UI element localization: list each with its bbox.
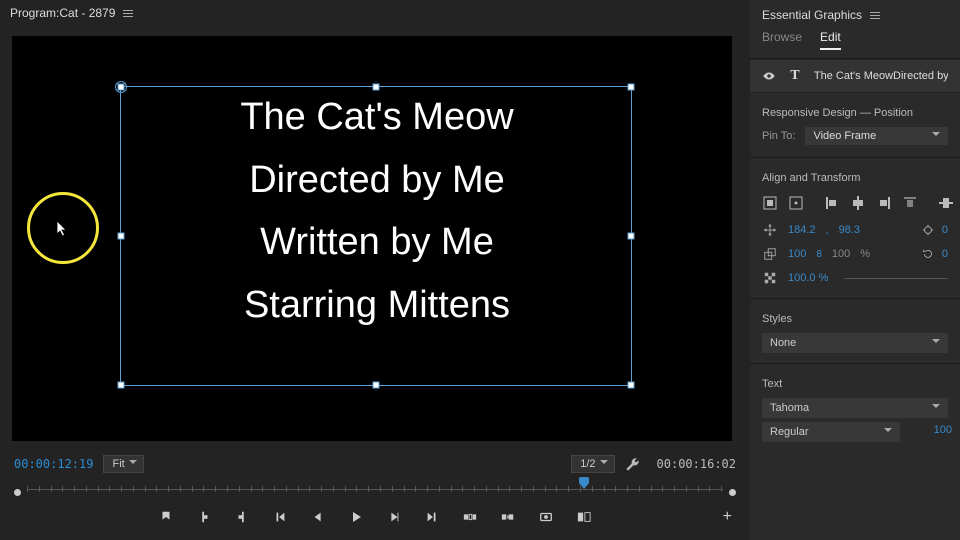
responsive-section-title: Responsive Design — Position <box>750 93 960 123</box>
go-to-in-icon[interactable] <box>272 509 288 525</box>
layer-row[interactable]: T The Cat's MeowDirected by <box>750 59 960 93</box>
eg-panel-menu-icon[interactable] <box>870 12 880 19</box>
position-icon <box>762 222 778 238</box>
scale-h-value[interactable]: 100 <box>832 248 850 260</box>
eg-panel-title: Essential Graphics <box>762 8 862 22</box>
text-section-title: Text <box>750 364 960 394</box>
resize-handle-bl[interactable] <box>118 382 125 389</box>
current-timecode[interactable]: 00:00:12:19 <box>14 457 93 471</box>
anchor-point-row-icon <box>920 222 936 238</box>
step-back-icon[interactable] <box>310 509 326 525</box>
tab-browse[interactable]: Browse <box>762 30 802 50</box>
position-y-value[interactable]: 98.3 <box>839 224 860 236</box>
zoom-dropdown[interactable]: Fit <box>103 455 143 473</box>
align-left-icon[interactable] <box>824 194 840 212</box>
scrub-start-dot[interactable] <box>14 489 21 496</box>
visibility-eye-icon[interactable] <box>762 69 776 83</box>
go-to-out-icon[interactable] <box>424 509 440 525</box>
comparison-view-icon[interactable] <box>576 509 592 525</box>
resize-handle-tc[interactable] <box>373 84 380 91</box>
font-dropdown[interactable]: Tahoma <box>762 398 948 418</box>
button-editor-icon[interactable]: + <box>723 508 732 526</box>
resize-handle-mr[interactable] <box>628 233 635 240</box>
mark-out-icon[interactable] <box>234 509 250 525</box>
opacity-value[interactable]: 100.0 % <box>788 272 828 284</box>
scrub-bar[interactable] <box>0 477 750 503</box>
lift-icon[interactable] <box>462 509 478 525</box>
panel-menu-icon[interactable] <box>123 10 133 17</box>
align-hcenter-icon[interactable] <box>850 194 866 212</box>
pin-to-label: Pin To: <box>762 130 795 142</box>
transport-controls: + <box>0 503 750 533</box>
align-vh-center-icon[interactable] <box>762 194 778 212</box>
resize-handle-ml[interactable] <box>118 233 125 240</box>
essential-graphics-panel: Essential Graphics Browse Edit T The Cat… <box>750 0 960 540</box>
mark-in-icon[interactable] <box>196 509 212 525</box>
resize-handle-br[interactable] <box>628 382 635 389</box>
align-icon-row <box>750 188 960 218</box>
resolution-dropdown[interactable]: 1/2 <box>571 455 614 473</box>
position-row: 184.2, 98.3 0 <box>750 218 960 242</box>
text-layer-icon: T <box>788 68 802 84</box>
opacity-row: 100.0 % <box>750 266 960 290</box>
opacity-icon <box>762 270 778 286</box>
align-center-frame-icon[interactable] <box>788 194 804 212</box>
step-forward-icon[interactable] <box>386 509 402 525</box>
duration-timecode: 00:00:16:02 <box>657 457 736 471</box>
scale-w-value[interactable]: 100 <box>788 248 806 260</box>
settings-wrench-icon[interactable] <box>625 456 641 472</box>
extract-icon[interactable] <box>500 509 516 525</box>
position-x-value[interactable]: 184.2 <box>788 224 816 236</box>
export-frame-icon[interactable] <box>538 509 554 525</box>
anchor-x-value[interactable]: 0 <box>942 224 948 236</box>
program-title-prefix: Program: <box>10 6 59 20</box>
align-top-icon[interactable] <box>902 194 918 212</box>
eg-header: Essential Graphics <box>750 0 960 30</box>
scale-icon <box>762 246 778 262</box>
selection-bounding-box[interactable] <box>120 86 632 386</box>
resize-handle-bc[interactable] <box>373 382 380 389</box>
rotation-value[interactable]: 0 <box>942 248 948 260</box>
scale-row: 100 8 100 % 0 <box>750 242 960 266</box>
cursor-icon <box>56 220 70 238</box>
pin-to-dropdown[interactable]: Video Frame <box>805 127 948 145</box>
align-section-title: Align and Transform <box>750 158 960 188</box>
monitor-meta-row: 00:00:12:19 Fit 1/2 00:00:16:02 <box>0 447 750 477</box>
align-right-icon[interactable] <box>876 194 892 212</box>
rotation-icon <box>920 246 936 262</box>
link-scale-icon[interactable]: 8 <box>816 249 822 260</box>
eg-tabs: Browse Edit <box>750 30 960 56</box>
playhead[interactable] <box>579 477 589 491</box>
font-size-value[interactable]: 100 <box>908 424 952 436</box>
layer-label: The Cat's MeowDirected by <box>814 70 948 82</box>
program-canvas[interactable]: The Cat's Meow Directed by Me Written by… <box>12 36 732 441</box>
program-monitor-panel: Program: Cat - 2879 The Cat's Meow Direc… <box>0 0 750 540</box>
resize-handle-tl[interactable] <box>118 84 125 91</box>
scrub-end-dot[interactable] <box>729 489 736 496</box>
program-title-name: Cat - 2879 <box>59 6 115 20</box>
opacity-slider[interactable] <box>844 278 948 279</box>
play-icon[interactable] <box>348 509 364 525</box>
scale-unit: % <box>860 248 870 260</box>
align-vcenter-icon[interactable] <box>938 194 954 212</box>
resize-handle-tr[interactable] <box>628 84 635 91</box>
styles-dropdown[interactable]: None <box>762 333 948 353</box>
add-marker-icon[interactable] <box>158 509 174 525</box>
scrub-track-container[interactable] <box>27 479 723 499</box>
styles-section-title: Styles <box>750 299 960 329</box>
font-weight-dropdown[interactable]: Regular <box>762 422 900 442</box>
tab-edit[interactable]: Edit <box>820 30 841 50</box>
program-header: Program: Cat - 2879 <box>0 0 750 26</box>
